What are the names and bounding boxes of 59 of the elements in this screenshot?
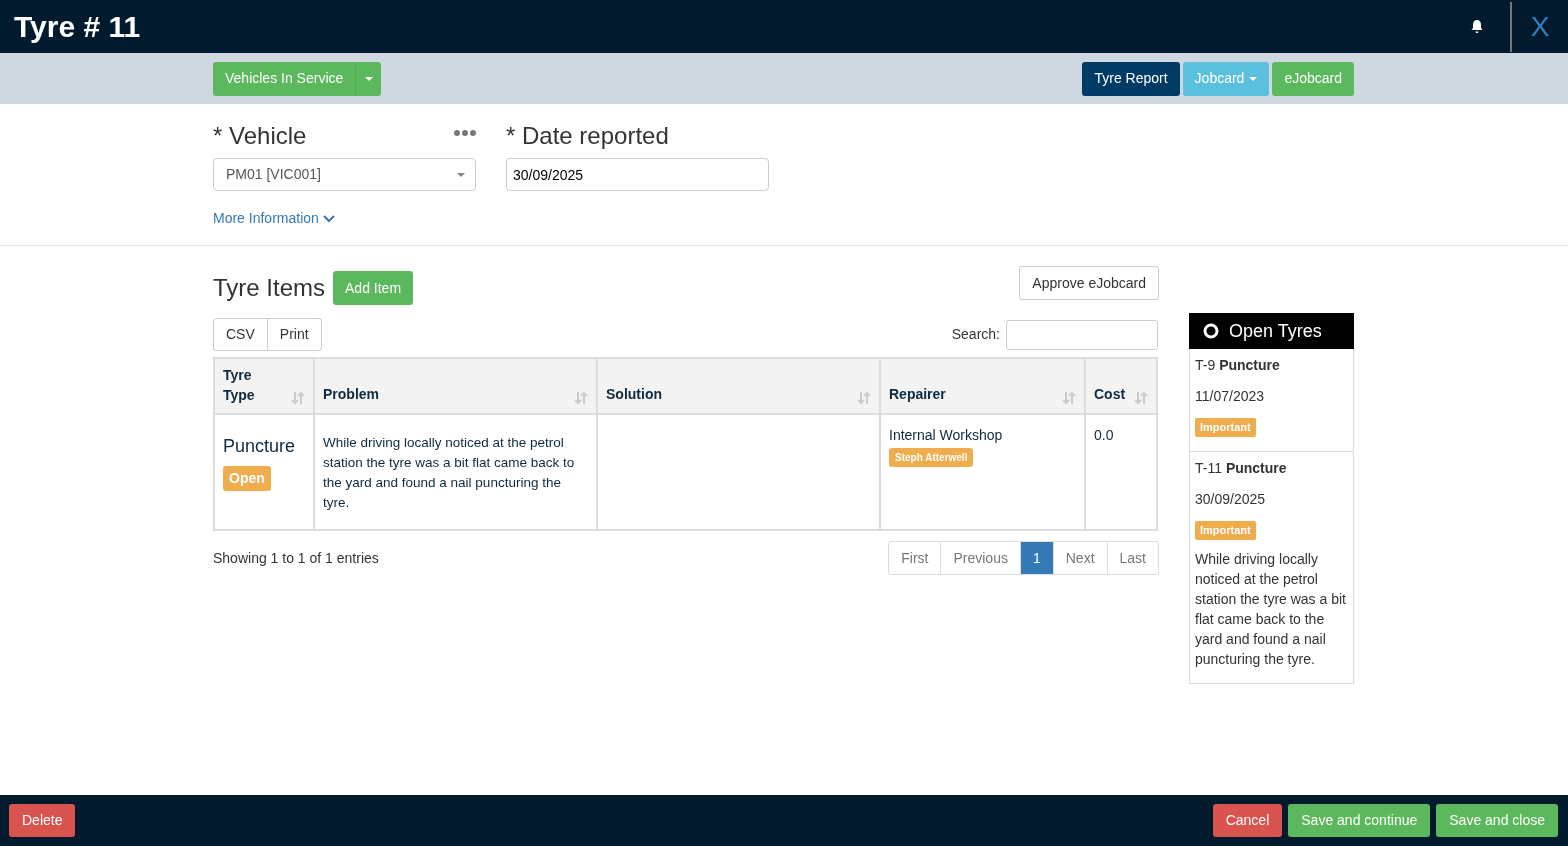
tyre-heading: T-11 Puncture — [1195, 459, 1288, 478]
footer-button[interactable]: Save and close — [1436, 804, 1558, 837]
column-header[interactable]: Repairer — [889, 384, 946, 405]
tyre-date: 11/07/2023 — [1195, 387, 1266, 406]
cost-text: 0.0 — [1094, 427, 1114, 443]
entries-info: Showing 1 to 1 of 1 entries — [213, 548, 379, 568]
bell-icon[interactable] — [1470, 19, 1484, 34]
footer-button[interactable]: Cancel — [1212, 804, 1283, 837]
page-title: Tyre # 11 — [13, 9, 141, 45]
export-button[interactable]: CSV — [213, 318, 268, 351]
sort-icon[interactable] — [1062, 391, 1076, 405]
delete-button[interactable]: Delete — [9, 804, 76, 837]
sort-icon[interactable] — [857, 391, 871, 405]
toolbar-button[interactable]: Tyre Report — [1082, 61, 1180, 96]
column-header[interactable]: Cost — [1094, 384, 1126, 405]
add-item-button[interactable]: Add Item — [333, 271, 414, 305]
tyre-type: Puncture — [223, 435, 297, 458]
close-button[interactable]: X — [1512, 0, 1568, 53]
vehicle-select[interactable]: PM01 [VIC001] — [213, 158, 476, 191]
pagination-button[interactable]: Last — [1107, 541, 1159, 575]
more-information-link[interactable]: More Information — [213, 208, 335, 229]
priority-badge: Important — [1195, 418, 1256, 437]
chevron-down-icon — [322, 214, 335, 223]
search-label: Search: — [951, 325, 1000, 344]
column-header[interactable]: Solution — [606, 384, 662, 405]
caret-icon — [457, 172, 465, 177]
tyre-heading: T-9 Puncture — [1195, 356, 1281, 375]
pagination-button[interactable]: First — [888, 541, 942, 575]
field-label: * Vehicle — [213, 121, 307, 151]
tyre-card[interactable]: T-9 Puncture 11/07/2023 Important — [1190, 349, 1353, 451]
pagination-button[interactable]: 1 — [1020, 541, 1054, 575]
pagination-button[interactable]: Next — [1053, 541, 1108, 575]
problem-text: While driving locally noticed at the petrol station the tyre was a bit flat came back to the yard and found a nail puncturing the tyre. — [323, 435, 575, 510]
column-header[interactable]: Problem — [323, 384, 379, 405]
tyre-card[interactable]: T-11 Puncture 30/09/2025 Important While driving locally noticed at the petrol station the tyre was a bit flat came back to the yard and found a nail puncturing the tyre. — [1190, 451, 1353, 683]
search-field[interactable] — [1006, 319, 1158, 350]
approve-ejobcard-button[interactable]: Approve eJobcard — [1019, 266, 1159, 300]
date-field[interactable]: 30/09/2025 — [506, 158, 769, 191]
assignee-badge: Steph Atterwell — [889, 448, 974, 467]
field-label: * Date reported — [506, 121, 669, 151]
sort-icon[interactable] — [574, 391, 588, 405]
status-badge: Open — [223, 466, 271, 491]
more-options-icon[interactable] — [454, 130, 476, 136]
priority-badge: Important — [1195, 521, 1256, 540]
sort-icon[interactable] — [291, 391, 305, 405]
caret-icon — [1249, 76, 1258, 81]
repairer-text: Internal Workshop — [889, 426, 1004, 445]
toolbar-button[interactable]: eJobcard — [1272, 61, 1354, 96]
vehicles-in-service-button[interactable]: Vehicles In Service — [213, 61, 357, 96]
section-title: Tyre Items — [213, 273, 326, 303]
export-button[interactable]: Print — [267, 318, 322, 351]
pagination-button[interactable]: Previous — [941, 541, 1021, 575]
panel-title: Open Tyres — [1229, 319, 1322, 343]
footer-button[interactable]: Save and continue — [1288, 804, 1431, 837]
sort-icon[interactable] — [1134, 391, 1148, 405]
circle-icon — [1203, 323, 1219, 339]
caret-icon — [364, 76, 373, 81]
tyre-description: While driving locally noticed at the petrol station the tyre was a bit flat came back to the yard and found a nail puncturing the tyre. — [1195, 550, 1347, 669]
tyre-date: 30/09/2025 — [1195, 490, 1267, 509]
